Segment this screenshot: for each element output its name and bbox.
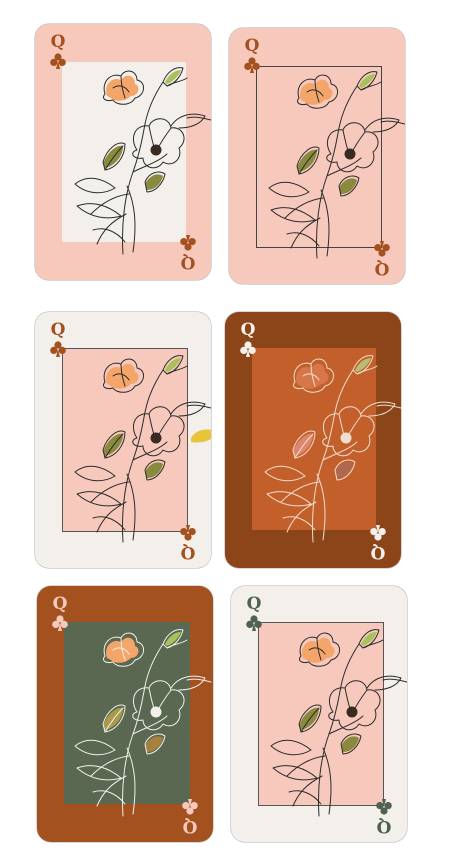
rank-label: Q — [52, 594, 68, 614]
corner-index-top: Q — [51, 596, 69, 632]
club-icon — [50, 341, 66, 357]
corner-index-top: Q — [239, 322, 257, 358]
corner-index-top: Q — [49, 34, 67, 70]
club-icon — [246, 615, 262, 631]
flower-illustration — [74, 355, 211, 543]
rank-label: Q — [180, 252, 196, 272]
club-icon — [180, 235, 196, 251]
club-icon — [374, 241, 390, 257]
card-queen-of-clubs-1: Q Q — [35, 24, 211, 280]
rank-label: Q — [180, 542, 196, 562]
card-queen-of-clubs-4: Q Q — [225, 312, 401, 568]
flower-illustration — [270, 629, 407, 817]
corner-index-bottom: Q — [369, 524, 387, 562]
flower-illustration — [74, 629, 212, 817]
corner-index-bottom: Q — [179, 524, 197, 562]
rank-label: Q — [244, 36, 260, 56]
club-icon — [182, 799, 198, 815]
corner-index-bottom: Q — [373, 240, 391, 278]
rank-label: Q — [374, 258, 390, 278]
rank-label: Q — [376, 816, 392, 836]
corner-index-bottom: Q — [181, 798, 199, 836]
club-icon — [52, 615, 68, 631]
card-queen-of-clubs-5: Q Q — [37, 586, 213, 842]
club-icon — [240, 341, 256, 357]
club-icon — [244, 57, 260, 73]
club-icon — [50, 53, 66, 69]
flower-illustration — [268, 71, 405, 259]
corner-index-top: Q — [49, 322, 67, 358]
corner-index-bottom: Q — [179, 234, 197, 272]
club-icon — [376, 799, 392, 815]
card-queen-of-clubs-2: Q Q — [229, 28, 405, 284]
rank-label: Q — [370, 542, 386, 562]
rank-label: Q — [50, 320, 66, 340]
card-queen-of-clubs-3: Q Q — [35, 312, 211, 568]
flower-illustration — [74, 67, 211, 255]
corner-index-bottom: Q — [375, 798, 393, 836]
club-icon — [180, 525, 196, 541]
flower-illustration — [264, 355, 401, 543]
rank-label: Q — [50, 32, 66, 52]
corner-index-top: Q — [245, 596, 263, 632]
rank-label: Q — [240, 320, 256, 340]
club-icon — [370, 525, 386, 541]
card-queen-of-clubs-6: Q Q — [231, 586, 407, 842]
rank-label: Q — [182, 816, 198, 836]
rank-label: Q — [246, 594, 262, 614]
corner-index-top: Q — [243, 38, 261, 74]
